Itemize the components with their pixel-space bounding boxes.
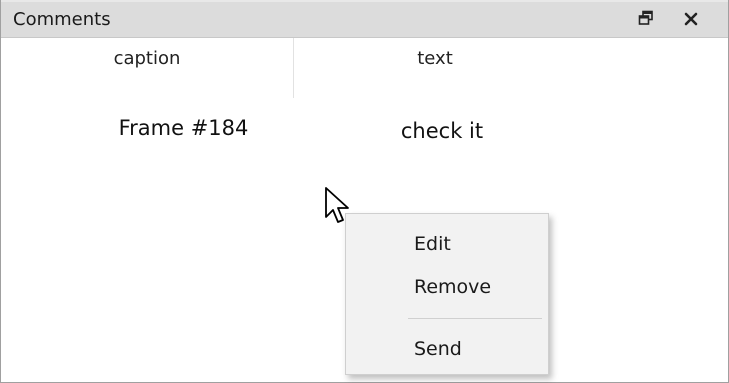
column-header-text[interactable]: text <box>293 48 577 69</box>
table-header: caption text <box>1 38 728 98</box>
row-text-cell: check it <box>400 119 484 143</box>
context-menu: Edit Remove Send <box>345 213 549 375</box>
comments-panel: Comments caption text Frame #184 check i… <box>0 0 729 383</box>
close-button[interactable] <box>678 7 704 33</box>
panel-titlebar[interactable]: Comments <box>1 0 728 38</box>
menu-item-edit[interactable]: Edit <box>346 226 548 262</box>
table-row[interactable]: Frame #184 check it <box>1 110 728 150</box>
restore-float-icon <box>638 10 654 30</box>
panel-title: Comments <box>13 9 111 30</box>
menu-separator <box>408 318 542 319</box>
column-header-caption[interactable]: caption <box>1 48 293 69</box>
float-button[interactable] <box>633 7 659 33</box>
menu-item-send[interactable]: Send <box>346 331 548 367</box>
menu-item-remove[interactable]: Remove <box>346 269 548 305</box>
close-icon <box>684 11 698 30</box>
